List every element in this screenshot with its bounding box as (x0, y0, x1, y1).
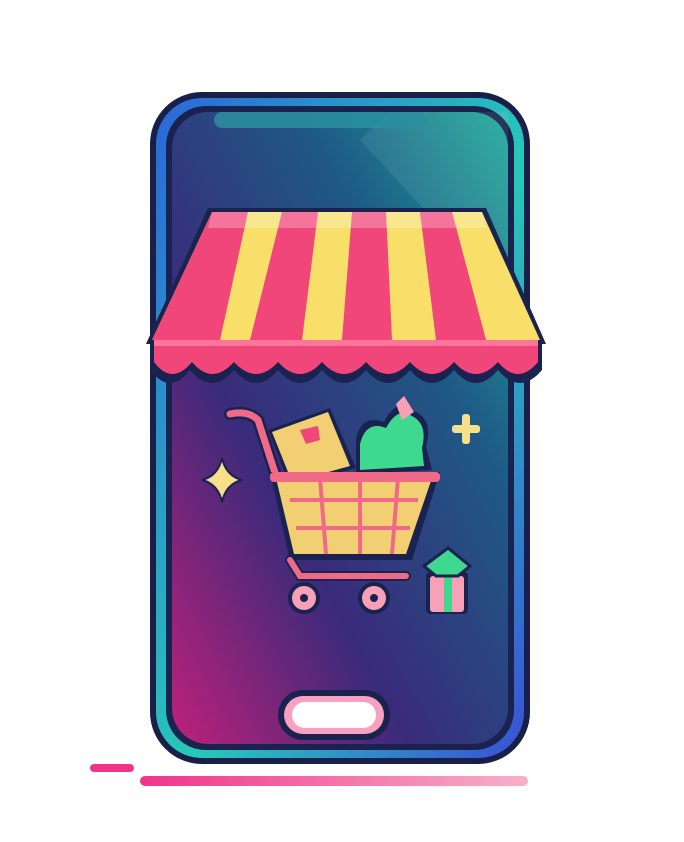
ground-lines (90, 764, 528, 786)
speaker-slot (214, 112, 426, 128)
stage (0, 0, 684, 842)
smartphone-shop-illustration (90, 92, 546, 786)
home-button-icon[interactable] (278, 690, 390, 740)
